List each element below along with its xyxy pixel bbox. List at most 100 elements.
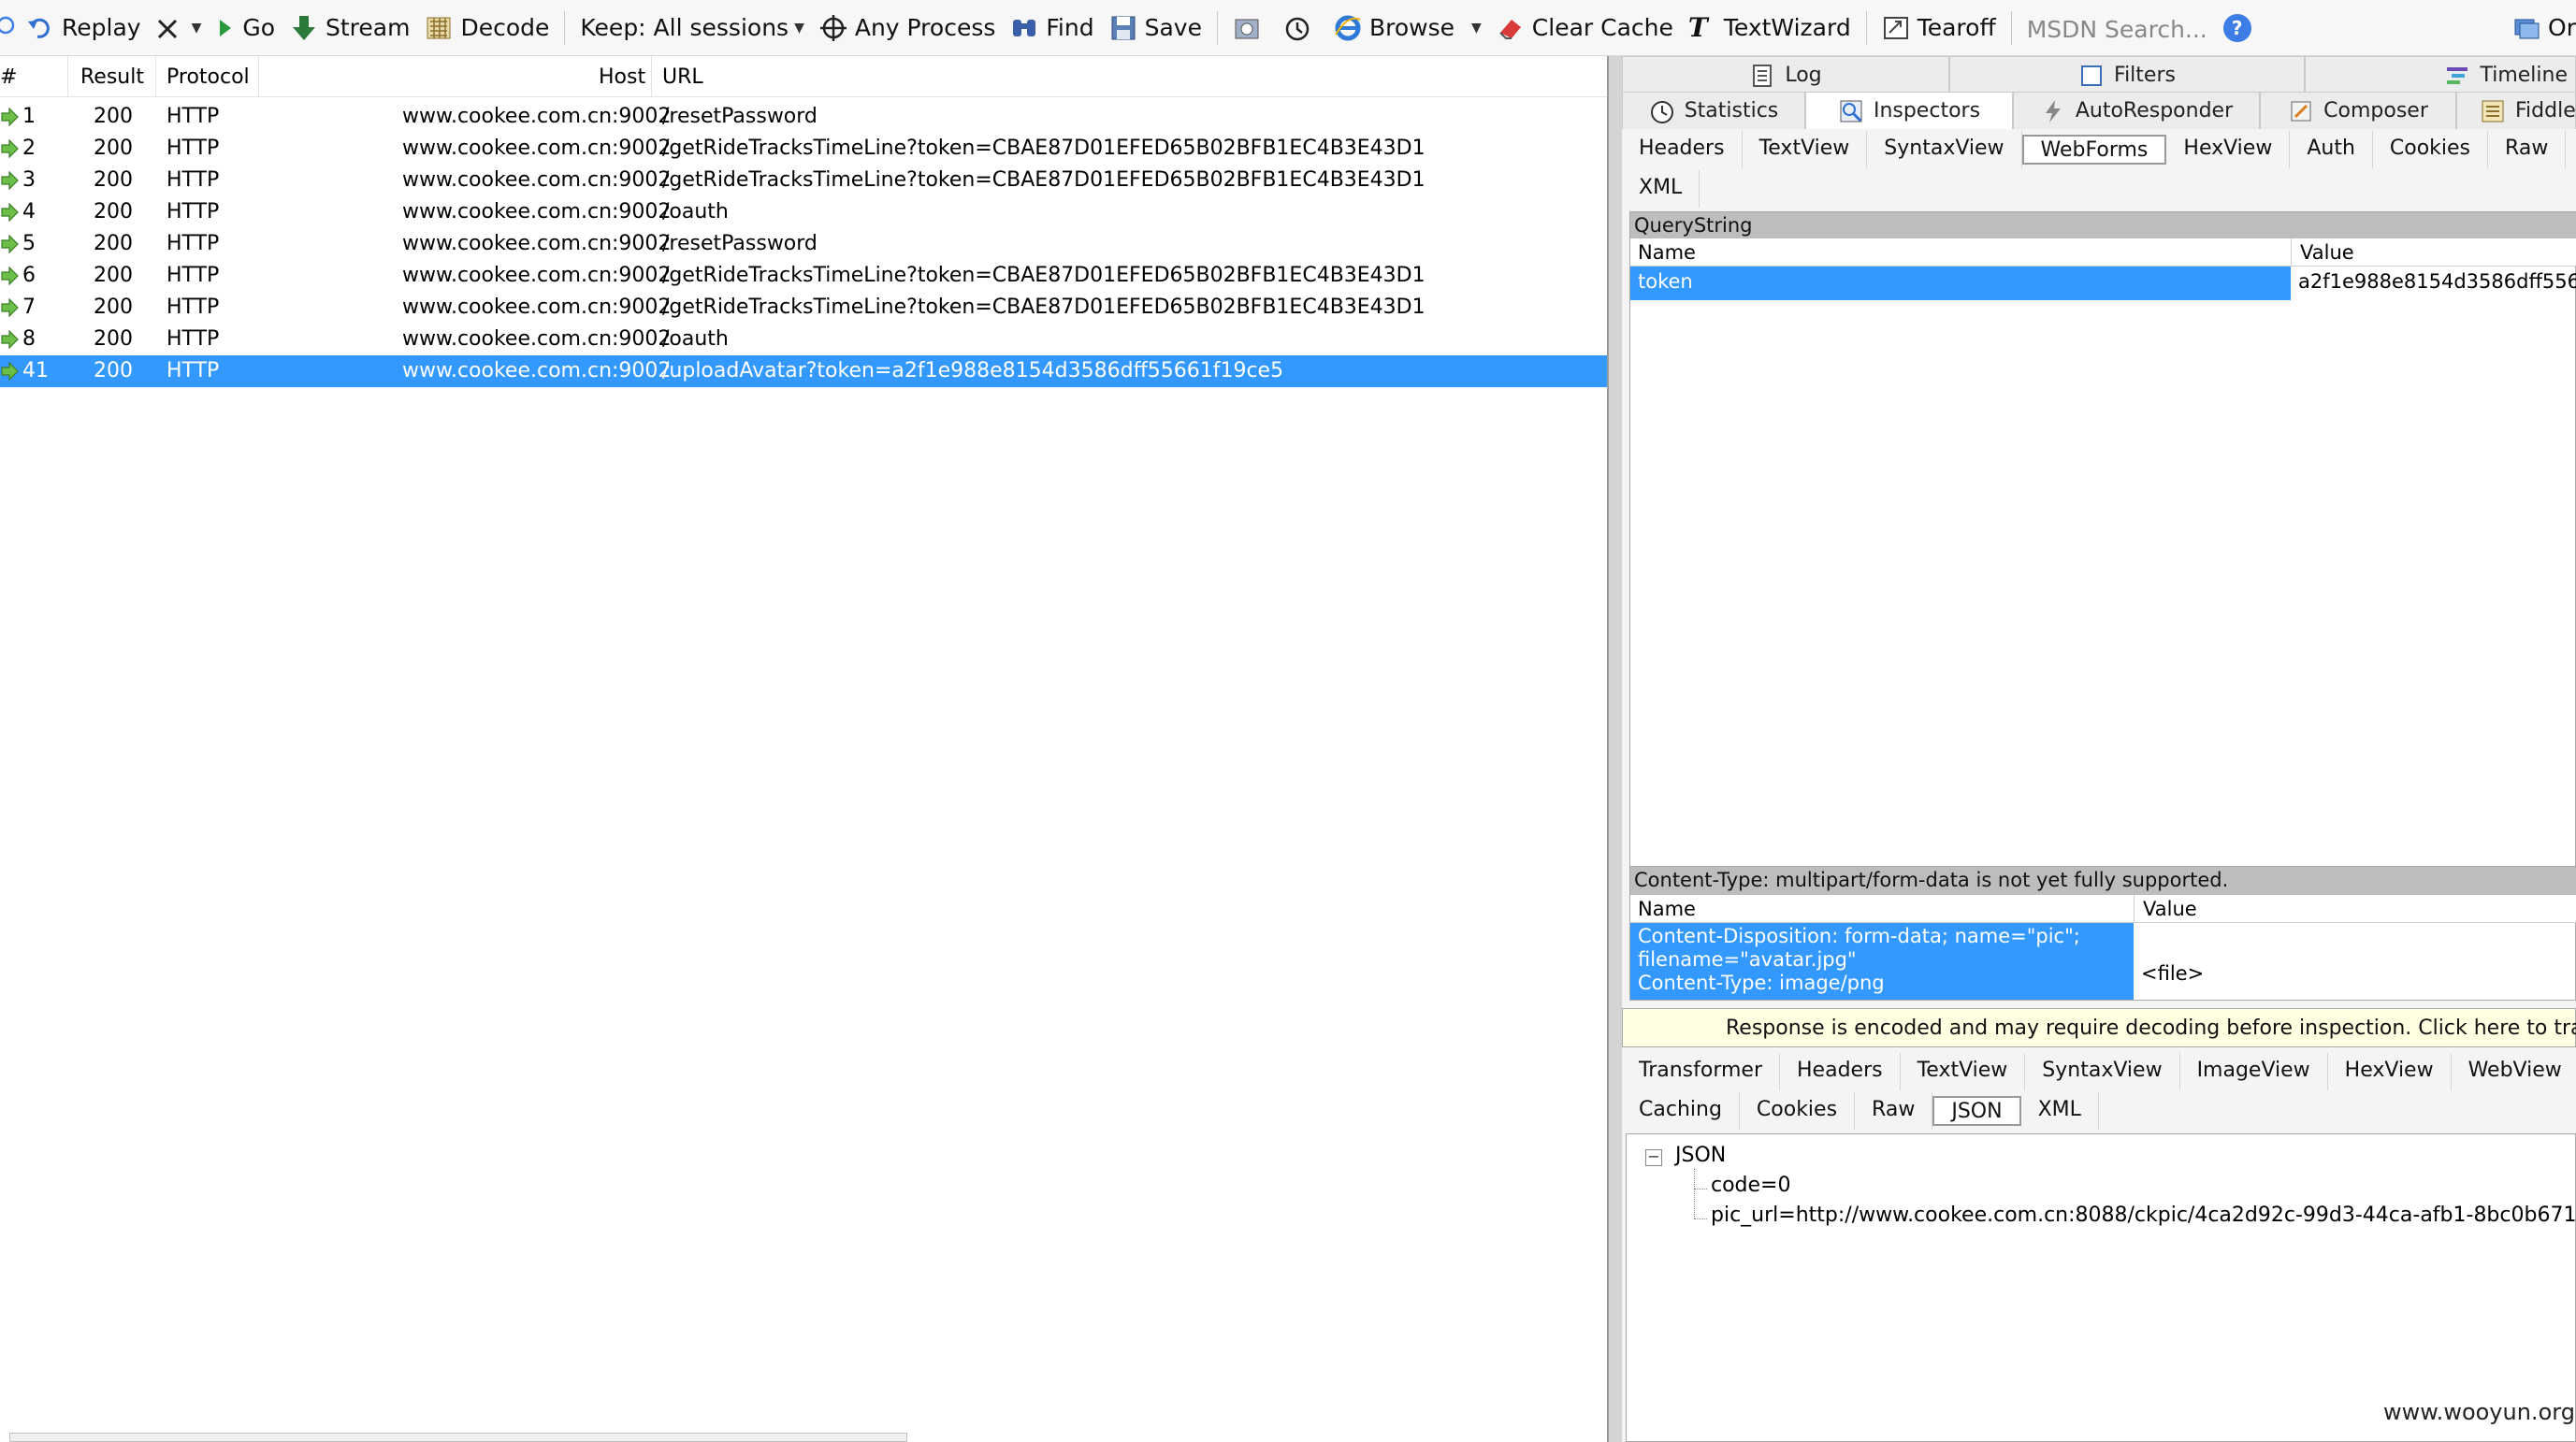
remove-button[interactable]: ▼ [149,5,210,51]
cell-num: 1 [22,105,36,128]
col-num-header[interactable]: # [0,65,17,89]
keep-sessions-dropdown[interactable]: Keep: All sessions ▼ [572,5,811,51]
qs-row-name[interactable]: token [1630,267,2291,300]
resp-tab-cookies[interactable]: Cookies [1740,1092,1856,1130]
session-row[interactable]: 6 200 HTTP www.cookee.com.cn:9002/getRideTr… [0,260,1607,292]
save-button[interactable]: Save [1102,5,1209,51]
tab-composer[interactable]: Composer [2260,92,2456,129]
resp-tab-hexview[interactable]: HexView [2328,1053,2452,1090]
req-tab-cookies[interactable]: Cookies [2373,131,2489,168]
querystring-header: Name Value [1630,238,2576,267]
tab-autoresponder[interactable]: AutoResponder [2013,92,2260,129]
msdn-search-input[interactable]: MSDN Search... [2019,10,2216,46]
session-row[interactable]: 3 200 HTTP www.cookee.com.cn:9002/getRideTr… [0,165,1607,196]
body-row-name[interactable]: Content-Disposition: form-data; name="pi… [1630,923,2134,1000]
session-row[interactable]: 5 200 HTTP www.cookee.com.cn:9002/resetPass… [0,228,1607,260]
json-node-code[interactable]: code=0 [1711,1174,1791,1197]
col-host-header[interactable]: Host [599,65,645,89]
cell-result: 200 [94,105,133,128]
decode-button[interactable]: Decode [417,5,557,51]
splitter[interactable] [1607,56,1622,1442]
req-tab-webforms[interactable]: WebForms [2021,135,2167,165]
request-tabs-row2: XML [1622,170,1700,208]
process-label: Any Process [854,14,996,41]
chevron-down-icon: ▼ [1471,20,1482,36]
resp-tab-json[interactable]: JSON [1932,1096,2021,1126]
any-process-button[interactable]: Any Process [812,5,1004,51]
json-tree: − JSON code=0 pic_url=http://www.cookee.… [1626,1133,2576,1442]
req-tab-headers[interactable]: Headers [1622,131,1743,168]
session-row[interactable]: 2 200 HTTP www.cookee.com.cn:9002/getRideTr… [0,133,1607,165]
horizontal-scrollbar[interactable] [9,1433,907,1442]
session-row[interactable]: 4 200 HTTP www.cookee.com.cn:9002/oauth [0,196,1607,228]
browse-button[interactable]: Browse ▼ [1326,5,1489,51]
comment-icon [0,14,28,42]
clear-cache-button[interactable]: Clear Cache [1489,5,1681,51]
cell-protocol: HTTP [166,105,220,128]
session-row[interactable]: 7 200 HTTP www.cookee.com.cn:9002/getRideTr… [0,292,1607,324]
session-row[interactable]: 1 200 HTTP www.cookee.com.cn:9002/resetPass… [0,101,1607,133]
composer-icon [2288,98,2314,124]
req-tab-syntaxview[interactable]: SyntaxView [1867,131,2022,168]
tab-log[interactable]: Log [1622,56,1949,94]
cell-result: 200 [94,359,133,382]
tab-autoresponder-label: AutoResponder [2075,99,2234,123]
resp-tab-transformer[interactable]: Transformer [1622,1053,1781,1090]
resp-tab-raw[interactable]: Raw [1855,1092,1933,1130]
resp-tab-textview[interactable]: TextView [1901,1053,2026,1090]
online-button[interactable]: Or [2505,5,2576,51]
decode-notice-bar[interactable]: Response is encoded and may require deco… [1622,1008,2576,1047]
req-tab-hexview[interactable]: HexView [2166,131,2291,168]
cell-protocol: HTTP [166,264,220,287]
resp-tab-caching[interactable]: Caching [1622,1092,1740,1130]
resp-tab-webview[interactable]: WebView [2452,1053,2576,1090]
tab-timeline[interactable]: Timeline [2305,56,2576,94]
column-divider [67,56,68,97]
help-icon[interactable]: ? [2222,13,2251,42]
response-arrow-icon [0,329,19,350]
json-node-pic-url[interactable]: pic_url=http://www.cookee.com.cn:8088/ck… [1711,1204,2576,1227]
col-protocol-header[interactable]: Protocol [166,65,250,89]
tab-statistics-label: Statistics [1684,99,1779,123]
find-button[interactable]: Find [1003,5,1101,51]
tab-statistics[interactable]: Statistics [1622,92,1805,129]
col-result-header[interactable]: Result [80,65,144,89]
req-tab-auth[interactable]: Auth [2290,131,2373,168]
json-root-node[interactable]: JSON [1675,1144,1726,1167]
request-tabs: Headers TextView SyntaxView WebForms HexView… [1622,131,2576,168]
collapse-icon[interactable]: − [1645,1149,1662,1166]
qs-col-name[interactable]: Name [1638,241,1696,264]
body-col-value[interactable]: Value [2143,898,2197,920]
body-col-name[interactable]: Name [1638,898,1696,920]
timer-button[interactable] [1276,5,1326,51]
req-tab-xml[interactable]: XML [1622,170,1700,208]
stream-button[interactable]: Stream [282,5,417,51]
go-button[interactable]: Go [209,5,282,51]
qs-col-value[interactable]: Value [2300,241,2354,264]
tearoff-button[interactable]: Tearoff [1874,5,2004,51]
resp-tab-headers[interactable]: Headers [1780,1053,1901,1090]
body-row-value[interactable]: <file> [2135,960,2566,987]
tab-fiddlerscript[interactable]: Fiddle [2456,92,2576,129]
resp-tab-imageview[interactable]: ImageView [2180,1053,2328,1090]
col-url-header[interactable]: URL [662,65,703,89]
resp-tab-syntaxview[interactable]: SyntaxView [2025,1053,2180,1090]
replay-button[interactable]: Replay [19,5,149,51]
session-row[interactable]: 41 200 HTTP www.cookee.com.cn:9002/uploadAv… [0,355,1607,387]
tab-filters[interactable]: Filters [1949,56,2305,94]
qs-row-value[interactable]: a2f1e988e8154d3586dff5566 [2293,267,2576,300]
column-divider [155,56,156,97]
screenshot-button[interactable] [1225,5,1276,51]
comment-button[interactable] [0,5,19,51]
response-arrow-icon [0,202,19,223]
cell-result: 200 [94,137,133,160]
req-tab-textview[interactable]: TextView [1743,131,1868,168]
tab-inspectors[interactable]: Inspectors [1805,92,2013,129]
req-tab-j[interactable]: J [2566,131,2576,168]
cell-result: 200 [94,200,133,224]
tab-inspectors-label: Inspectors [1873,99,1981,123]
resp-tab-xml[interactable]: XML [2021,1092,2099,1130]
req-tab-raw[interactable]: Raw [2488,131,2567,168]
textwizard-button[interactable]: T TextWizard [1681,5,1859,51]
session-row[interactable]: 8 200 HTTP www.cookee.com.cn:9002/oauth [0,324,1607,355]
